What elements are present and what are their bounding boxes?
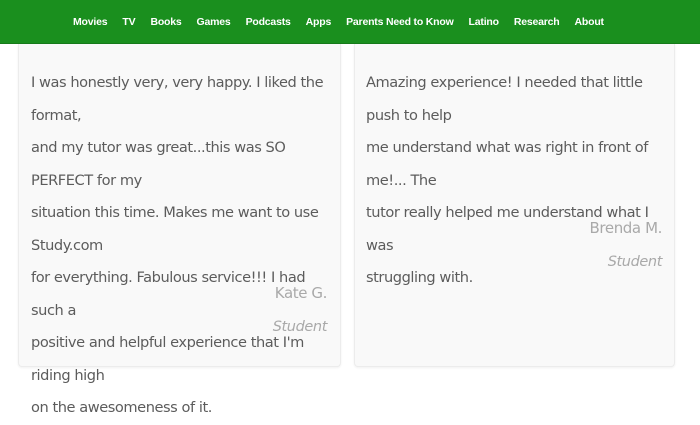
nav-item-books[interactable]: Books <box>150 16 181 28</box>
testimonial-author: Brenda M. <box>589 219 663 237</box>
testimonial-quote: I was honestly very, very happy. I liked… <box>31 74 324 416</box>
nav-item-research[interactable]: Research <box>514 16 560 28</box>
testimonial-card: I was honestly very, very happy. I liked… <box>18 44 341 416</box>
nav-menu: Movies TV Books Games Podcasts Apps Pare… <box>73 0 604 43</box>
testimonial-role: Student <box>272 319 328 335</box>
nav-item-games[interactable]: Games <box>197 16 231 28</box>
testimonial-author: Kate G. <box>274 284 328 302</box>
nav-item-tv[interactable]: TV <box>122 16 135 28</box>
nav-item-podcasts[interactable]: Podcasts <box>246 16 291 28</box>
nav-item-about[interactable]: About <box>575 16 605 28</box>
testimonial-role: Student <box>607 254 663 270</box>
testimonial-card: Amazing experience! I needed that little… <box>354 44 675 367</box>
nav-item-movies[interactable]: Movies <box>73 16 108 28</box>
nav-item-apps[interactable]: Apps <box>306 16 332 28</box>
nav-item-parents-need-to-know[interactable]: Parents Need to Know <box>346 16 454 28</box>
top-navigation-bar: Movies TV Books Games Podcasts Apps Pare… <box>0 0 700 44</box>
nav-item-latino[interactable]: Latino <box>469 16 499 28</box>
